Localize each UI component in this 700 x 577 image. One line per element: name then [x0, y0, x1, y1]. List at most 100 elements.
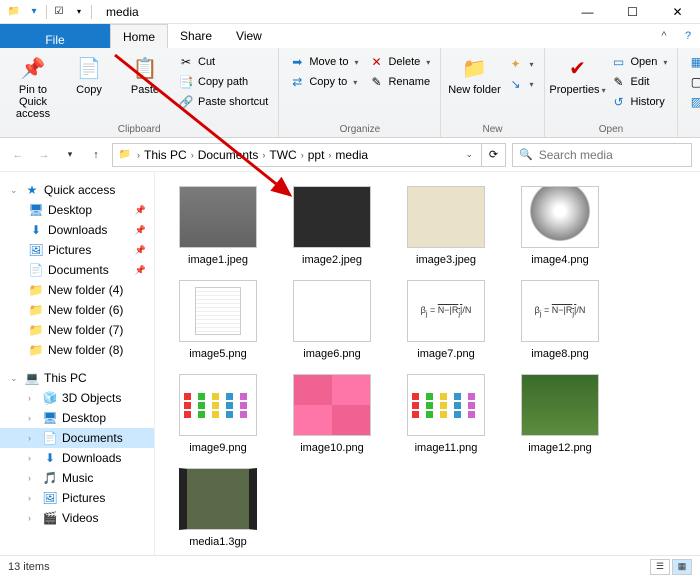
chevron-right-icon[interactable]: ›	[260, 150, 267, 160]
breadcrumb-item[interactable]: TWC	[269, 148, 296, 162]
select-all-icon: ▦	[688, 54, 700, 70]
nav-documents2[interactable]: ›📄Documents	[0, 428, 154, 448]
nav-desktop2[interactable]: ›🖥Desktop	[0, 408, 154, 428]
new-item-button[interactable]: ✦	[503, 54, 537, 74]
easy-access-icon: ↘	[507, 76, 523, 92]
back-button[interactable]: ←	[8, 145, 28, 165]
copy-path-icon: 📑	[178, 74, 194, 90]
window-title: media	[98, 5, 139, 19]
nav-videos[interactable]: ›🎬Videos	[0, 508, 154, 528]
properties-button[interactable]: ✔ Properties	[551, 50, 605, 96]
nav-quick-access[interactable]: ⌄★Quick access	[0, 180, 154, 200]
file-item[interactable]: image10.png	[277, 370, 387, 458]
collapse-ribbon-icon[interactable]: ^	[652, 24, 676, 48]
chevron-right-icon[interactable]: ›	[326, 150, 333, 160]
file-item[interactable]: image9.png	[163, 370, 273, 458]
file-item[interactable]: image1.jpeg	[163, 182, 273, 270]
help-icon[interactable]: ?	[676, 24, 700, 48]
copy-to-button[interactable]: ⇄Copy to	[285, 72, 362, 92]
title-bar: 📁 ▾ ☑ ▾ media — ☐ ✕	[0, 0, 700, 24]
file-item[interactable]: image3.jpeg	[391, 182, 501, 270]
file-item[interactable]: image2.jpeg	[277, 182, 387, 270]
file-item[interactable]: image6.png	[277, 276, 387, 364]
search-icon: 🔍	[519, 148, 533, 161]
nav-music[interactable]: ›🎵Music	[0, 468, 154, 488]
breadcrumb-item[interactable]: Documents	[198, 148, 259, 162]
nav-newfolder8[interactable]: 📁New folder (8)	[0, 340, 154, 360]
pictures-icon: 🖼	[42, 490, 58, 506]
file-item[interactable]: βj = N−|Rj|/Nimage8.png	[505, 276, 615, 364]
move-to-button[interactable]: ➡Move to	[285, 52, 362, 72]
tab-view[interactable]: View	[224, 24, 274, 48]
breadcrumb-item[interactable]: ppt	[308, 148, 325, 162]
select-none-button[interactable]: ▢Select none	[684, 72, 700, 92]
group-label-organize: Organize	[285, 124, 434, 137]
address-dropdown-icon[interactable]: ⌄	[461, 149, 477, 160]
status-bar: 13 items ☰ ▦	[0, 555, 700, 577]
search-input[interactable]	[539, 148, 685, 162]
history-button[interactable]: ↺History	[607, 92, 672, 112]
view-icons-button[interactable]: ▦	[672, 559, 692, 575]
tab-home[interactable]: Home	[110, 24, 168, 48]
copy-button[interactable]: 📄 Copy	[62, 50, 116, 96]
view-details-button[interactable]: ☰	[650, 559, 670, 575]
copy-path-button[interactable]: 📑Copy path	[174, 72, 272, 92]
recent-dropdown-icon[interactable]: ▾	[60, 145, 80, 165]
nav-documents[interactable]: 📄Documents📌	[0, 260, 154, 280]
select-all-button[interactable]: ▦Select all	[684, 52, 700, 72]
open-button[interactable]: ▭Open	[607, 52, 672, 72]
paste-button[interactable]: 📋 Paste	[118, 50, 172, 96]
close-button[interactable]: ✕	[655, 0, 700, 24]
nav-newfolder6[interactable]: 📁New folder (6)	[0, 300, 154, 320]
file-item[interactable]: image5.png	[163, 276, 273, 364]
nav-desktop[interactable]: 🖥Desktop📌	[0, 200, 154, 220]
nav-downloads[interactable]: ⬇Downloads📌	[0, 220, 154, 240]
file-name: image11.png	[415, 442, 478, 454]
nav-pictures[interactable]: 🖼Pictures📌	[0, 240, 154, 260]
nav-newfolder4[interactable]: 📁New folder (4)	[0, 280, 154, 300]
breadcrumb-item[interactable]: media	[335, 148, 368, 162]
nav-3d-objects[interactable]: ›🧊3D Objects	[0, 388, 154, 408]
file-item[interactable]: βj = N−|Rj|/Nimage7.png	[391, 276, 501, 364]
select-none-icon: ▢	[688, 74, 700, 90]
new-folder-button[interactable]: 📁 New folder	[447, 50, 501, 96]
invert-selection-button[interactable]: ▨Invert selection	[684, 92, 700, 112]
nav-downloads2[interactable]: ›⬇Downloads	[0, 448, 154, 468]
folder-icon: 📁	[28, 342, 44, 358]
nav-this-pc[interactable]: ⌄💻This PC	[0, 368, 154, 388]
qa-save-icon[interactable]: ▾	[26, 4, 42, 20]
up-button[interactable]: ↑	[86, 145, 106, 165]
forward-button[interactable]: →	[34, 145, 54, 165]
easy-access-button[interactable]: ↘	[503, 74, 537, 94]
edit-button[interactable]: ✎Edit	[607, 72, 672, 92]
content-area[interactable]: image1.jpegimage2.jpegimage3.jpeg image4.…	[155, 172, 700, 555]
qa-properties-icon[interactable]: ☑	[51, 4, 67, 20]
breadcrumb[interactable]: 📁 › This PC › Documents › TWC › ppt › me…	[112, 143, 482, 167]
pin-quickaccess-button[interactable]: 📌 Pin to Quick access	[6, 50, 60, 120]
cut-button[interactable]: ✂Cut	[174, 52, 272, 72]
tab-share[interactable]: Share	[168, 24, 224, 48]
file-item[interactable]: media1.3gp	[163, 464, 273, 552]
chevron-right-icon[interactable]: ›	[299, 150, 306, 160]
chevron-right-icon[interactable]: ›	[189, 150, 196, 160]
file-item[interactable]: image12.png	[505, 370, 615, 458]
refresh-button[interactable]: ⟳	[482, 143, 506, 167]
tab-file[interactable]: File	[0, 24, 110, 48]
maximize-button[interactable]: ☐	[610, 0, 655, 24]
breadcrumb-item[interactable]: This PC	[144, 148, 187, 162]
file-name: image5.png	[189, 348, 247, 360]
file-name: image4.png	[531, 254, 589, 266]
navigation-pane: ⌄★Quick access 🖥Desktop📌 ⬇Downloads📌 🖼Pi…	[0, 172, 155, 555]
nav-newfolder7[interactable]: 📁New folder (7)	[0, 320, 154, 340]
minimize-button[interactable]: —	[565, 0, 610, 24]
qa-dropdown-icon[interactable]: ▾	[71, 4, 87, 20]
file-item[interactable]: image11.png	[391, 370, 501, 458]
invert-selection-icon: ▨	[688, 94, 700, 110]
rename-button[interactable]: ✎Rename	[364, 72, 434, 92]
paste-shortcut-button[interactable]: 🔗Paste shortcut	[174, 92, 272, 112]
nav-pictures2[interactable]: ›🖼Pictures	[0, 488, 154, 508]
file-item[interactable]: image4.png	[505, 182, 615, 270]
search-box[interactable]: 🔍	[512, 143, 692, 167]
chevron-right-icon[interactable]: ›	[135, 150, 142, 160]
delete-button[interactable]: ✕Delete	[364, 52, 434, 72]
